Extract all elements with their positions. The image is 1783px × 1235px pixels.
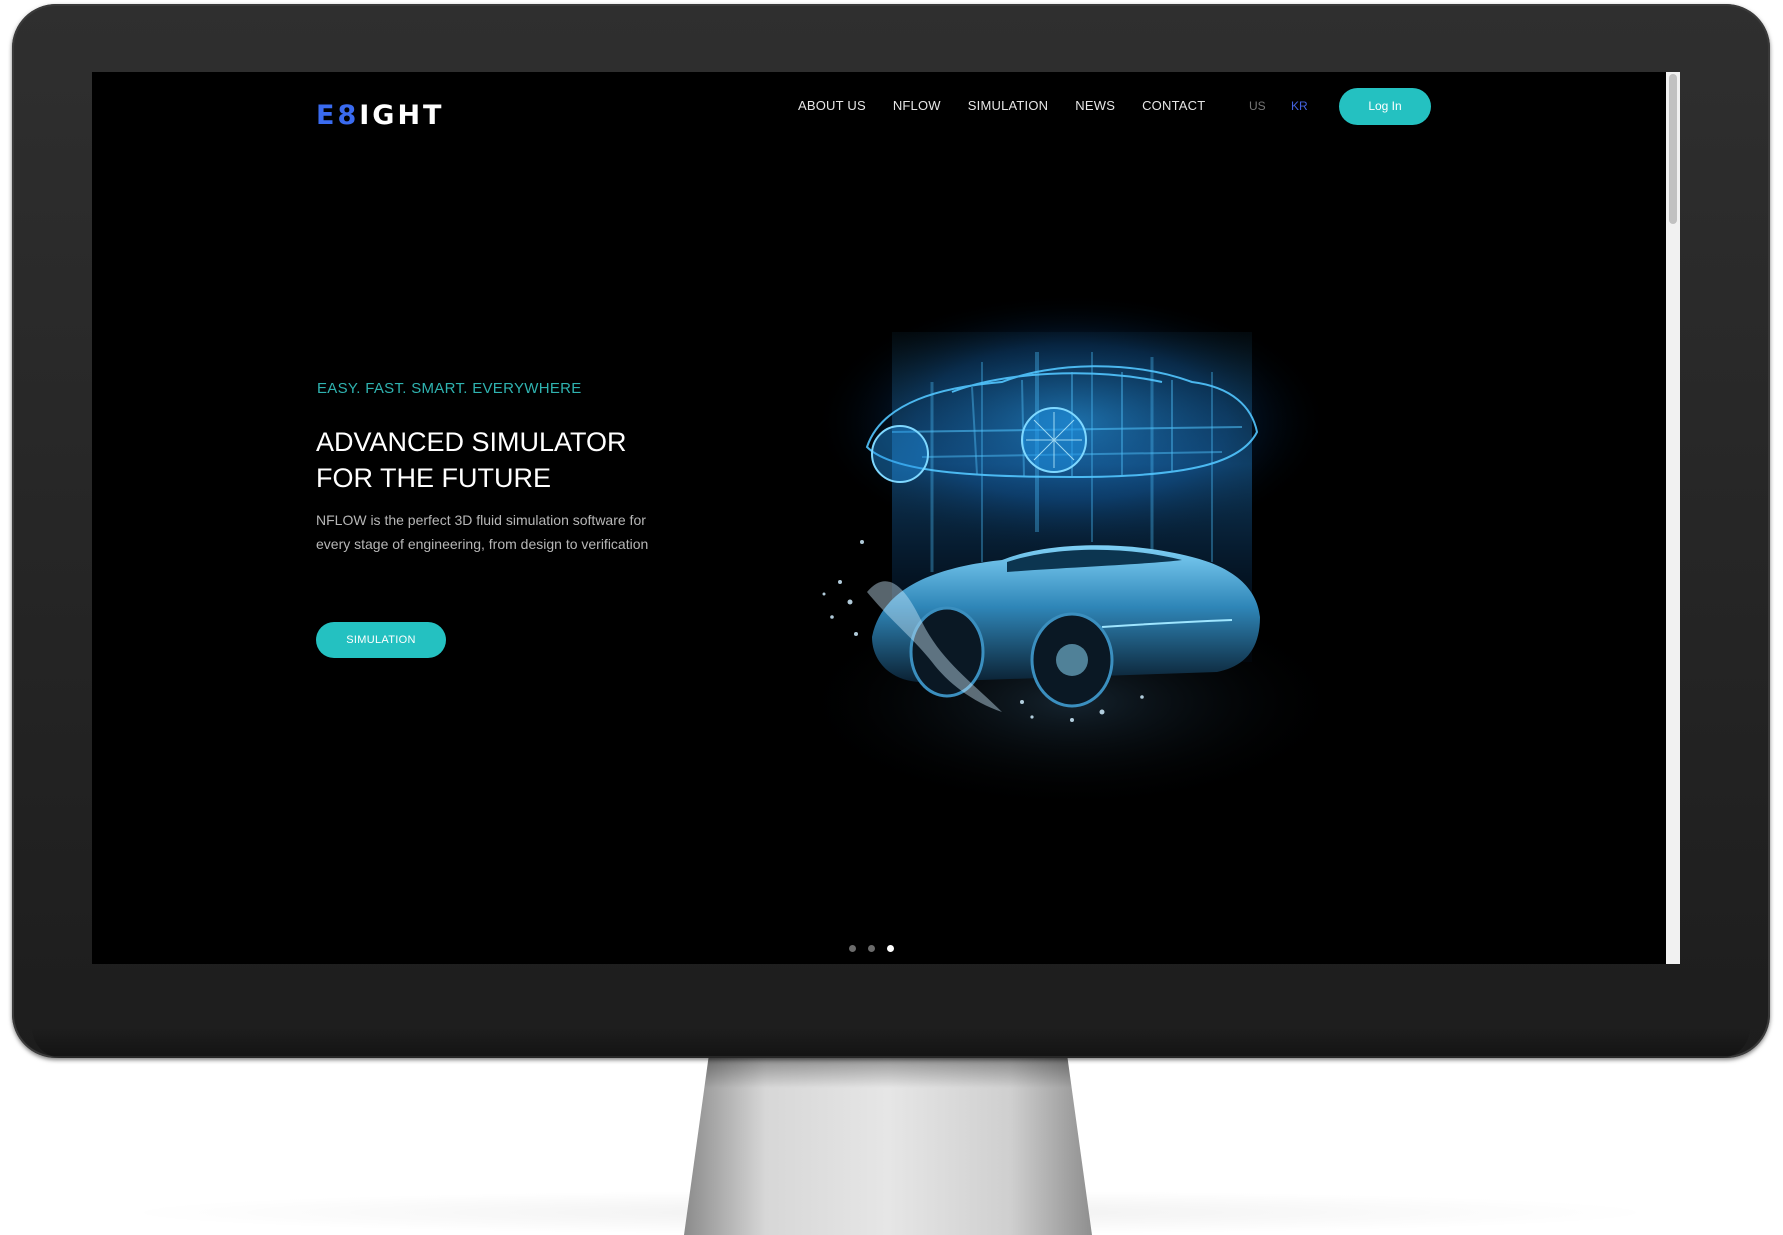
nav-contact[interactable]: CONTACT <box>1142 98 1205 114</box>
lang-us-link[interactable]: US <box>1249 98 1266 114</box>
page-scrollbar[interactable] <box>1666 72 1680 964</box>
simulation-button[interactable]: SIMULATION <box>316 622 446 658</box>
slider-dot-2[interactable] <box>868 945 875 952</box>
hero-title-line2: FOR THE FUTURE <box>316 463 551 493</box>
login-button[interactable]: Log In <box>1339 88 1431 125</box>
main-nav: ABOUT US NFLOW SIMULATION NEWS CONTACT <box>798 98 1232 114</box>
logo-text: IGHT <box>359 99 445 131</box>
scrollbar-thumb[interactable] <box>1669 74 1677 224</box>
hero-desc-line2: every stage of engineering, from design … <box>316 536 649 552</box>
hero-title-line1: ADVANCED SIMULATOR <box>316 427 627 457</box>
hero-desc-line1: NFLOW is the perfect 3D fluid simulation… <box>316 512 646 528</box>
slider-pagination <box>849 945 894 952</box>
logo-mark: E8 <box>316 99 360 131</box>
car-wireframe-splash-icon <box>792 292 1352 812</box>
nav-news[interactable]: NEWS <box>1075 98 1115 114</box>
slider-dot-1[interactable] <box>849 945 856 952</box>
hero-description: NFLOW is the perfect 3D fluid simulation… <box>316 508 736 556</box>
browser-viewport: E8 IGHT ABOUT US NFLOW SIMULATION NEWS CO… <box>92 72 1680 964</box>
hero-tagline: EASY. FAST. SMART. EVERYWHERE <box>317 380 582 397</box>
nav-about-us[interactable]: ABOUT US <box>798 98 866 114</box>
lang-kr-link[interactable]: KR <box>1291 98 1308 114</box>
hero-title: ADVANCED SIMULATOR FOR THE FUTURE <box>316 424 627 496</box>
site-logo[interactable]: E8 IGHT <box>316 99 445 131</box>
monitor-stand <box>684 1058 1092 1235</box>
nav-simulation[interactable]: SIMULATION <box>968 98 1049 114</box>
slider-dot-3[interactable] <box>887 945 894 952</box>
nav-nflow[interactable]: NFLOW <box>893 98 941 114</box>
